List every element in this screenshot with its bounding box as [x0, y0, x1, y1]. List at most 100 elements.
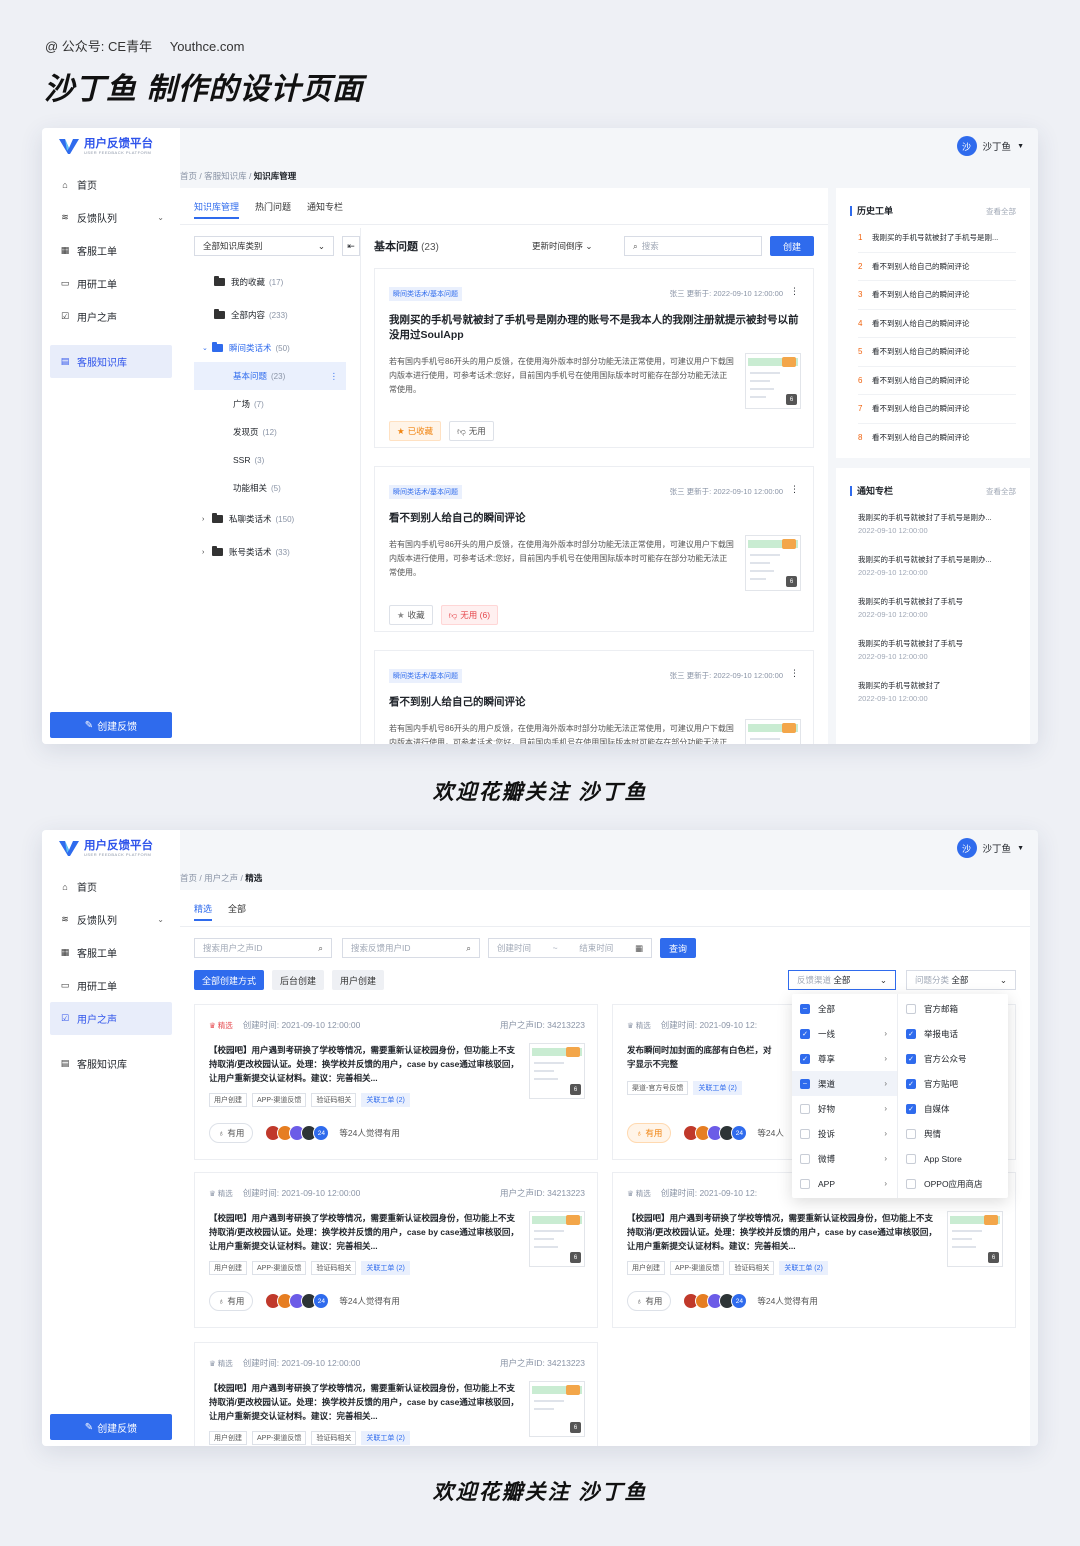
voice-thumbnail[interactable]: 6 — [529, 1211, 585, 1267]
useful-button[interactable]: ♁ 有用 — [627, 1123, 672, 1143]
channel-option-vip[interactable]: ✓ 尊享 › — [792, 1046, 897, 1071]
qa-thumbnail[interactable]: 6 — [745, 535, 801, 591]
tree-item-account[interactable]: › 账号类话术 (33) — [194, 538, 346, 566]
voice-thumbnail[interactable]: 6 — [947, 1211, 1003, 1267]
tree-item-discover[interactable]: 发现页 (12) — [194, 418, 346, 446]
breadcrumb-voice[interactable]: 用户之声 — [204, 873, 238, 883]
sidebar-item-research-ticket[interactable]: ▭ 用研工单 — [50, 267, 172, 300]
voice-card[interactable]: ♛ 精选 创建时间: 2021-09-10 12:00:00 用户之声ID: 342… — [194, 1004, 598, 1160]
user-menu[interactable]: 沙 沙丁鱼 ▼ — [956, 838, 1024, 858]
history-item[interactable]: 8 看不到别人给自己的瞬间评论 — [858, 424, 1016, 453]
search-voice-id-input[interactable]: 搜索用户之声ID ⌕ — [194, 938, 332, 958]
channel-sub-option[interactable]: OPPO应用商店 — [898, 1171, 1008, 1196]
user-menu[interactable]: 沙 沙丁鱼 ▼ — [956, 136, 1024, 156]
history-item[interactable]: 2 看不到别人给自己的瞬间评论 — [858, 253, 1016, 281]
sidebar-item-service-ticket[interactable]: ▦ 客服工单 — [50, 234, 172, 267]
channel-option-weibo[interactable]: 微博 › — [792, 1146, 897, 1171]
channel-filter-select[interactable]: 反馈渠道 全部 ⌄ — [788, 970, 896, 990]
sidebar-item-knowledge-base[interactable]: ▤ 客服知识库 — [50, 345, 172, 378]
useless-button[interactable]: 👎︎ 无用 (6) — [440, 605, 499, 625]
breadcrumb-home[interactable]: 首页 — [180, 171, 197, 181]
history-item[interactable]: 1 我刚买的手机号就被封了手机号是刚... — [858, 224, 1016, 253]
notice-item[interactable]: 我刚买的手机号就被封了手机号是刚办... 2022-09-10 12:00:00 — [858, 512, 1018, 554]
history-item[interactable]: 3 看不到别人给自己的瞬间评论 — [858, 281, 1016, 310]
tree-item-private-chat[interactable]: › 私聊类话术 (150) — [194, 505, 346, 533]
create-button[interactable]: 创建 — [770, 236, 814, 256]
category-select[interactable]: 全部知识库类别 ⌄ — [194, 236, 334, 256]
logo[interactable]: 用户反馈平台 USER FEEDBACK PLATFORM — [58, 136, 153, 156]
sort-select[interactable]: 更新时间倒序 ⌄ — [532, 240, 593, 252]
tree-item-square[interactable]: 广场 (7) — [194, 390, 346, 418]
breadcrumb-kb[interactable]: 客服知识库 — [204, 171, 247, 181]
channel-option-app[interactable]: APP › — [792, 1171, 897, 1196]
tree-item-basic[interactable]: 基本问题 (23) ⋮ — [194, 362, 346, 390]
sidebar-item-knowledge-base[interactable]: ▤ 客服知识库 — [50, 1047, 172, 1080]
create-feedback-button[interactable]: ✎ 创建反馈 — [50, 712, 172, 738]
sidebar-item-user-voice[interactable]: ☑ 用户之声 — [50, 1002, 172, 1035]
tab-kb-manage[interactable]: 知识库管理 — [194, 200, 240, 219]
qa-card[interactable]: 瞬间类话术/基本问题 张三 更新于: 2022-09-10 12:00:00 ⋮… — [374, 466, 814, 632]
history-item[interactable]: 5 看不到别人给自己的瞬间评论 — [858, 338, 1016, 367]
useful-button[interactable]: ♁ 有用 — [209, 1291, 254, 1311]
more-icon[interactable]: ⋮ — [790, 668, 799, 679]
favorite-button[interactable]: ★ 收藏 — [389, 605, 433, 625]
notice-item[interactable]: 我刚买的手机号就被封了 2022-09-10 12:00:00 — [858, 680, 1018, 722]
qa-tag[interactable]: 瞬间类话术/基本问题 — [389, 485, 462, 499]
qa-thumbnail[interactable]: 6 — [745, 719, 801, 744]
tab-all[interactable]: 全部 — [228, 902, 246, 921]
tab-featured[interactable]: 精选 — [194, 902, 213, 921]
qa-thumbnail[interactable]: 6 — [745, 353, 801, 409]
sidebar-item-user-voice[interactable]: ☑ 用户之声 — [50, 300, 172, 333]
qa-title[interactable]: 看不到别人给自己的瞬间评论 — [389, 695, 803, 710]
sidebar-item-feedback-queue[interactable]: ≋ 反馈队列 ⌄ — [50, 903, 172, 936]
qa-card[interactable]: 瞬间类话术/基本问题 张三 更新于: 2022-09-10 12:00:00 ⋮… — [374, 650, 814, 744]
history-item[interactable]: 6 看不到别人给自己的瞬间评论 — [858, 367, 1016, 395]
useful-button[interactable]: ♁ 有用 — [209, 1123, 254, 1143]
logo[interactable]: 用户反馈平台 USER FEEDBACK PLATFORM — [58, 838, 153, 858]
channel-sub-option[interactable]: ✓ 官方公众号 — [898, 1046, 1008, 1071]
notice-item[interactable]: 我刚买的手机号就被封了手机号 2022-09-10 12:00:00 — [858, 596, 1018, 638]
search-user-id-input[interactable]: 搜索反馈用户ID ⌕ — [342, 938, 480, 958]
voice-card[interactable]: ♛ 精选 创建时间: 2021-09-10 12:00:00 用户之声ID: 342… — [194, 1172, 598, 1328]
useless-button[interactable]: 👎︎ 无用 — [449, 421, 494, 441]
linked-ticket-tag[interactable]: 关联工单 (2) — [361, 1261, 410, 1275]
useful-button[interactable]: ♁ 有用 — [627, 1291, 672, 1311]
breadcrumb-home[interactable]: 首页 — [180, 873, 197, 883]
sidebar-item-research-ticket[interactable]: ▭ 用研工单 — [50, 969, 172, 1002]
history-view-all[interactable]: 查看全部 — [986, 206, 1016, 217]
channel-sub-option[interactable]: ✓ 举报电话 — [898, 1021, 1008, 1046]
channel-sub-option[interactable]: App Store — [898, 1146, 1008, 1171]
qa-card[interactable]: 瞬间类话术/基本问题 张三 更新于: 2022-09-10 12:00:00 ⋮… — [374, 268, 814, 448]
qa-tag[interactable]: 瞬间类话术/基本问题 — [389, 669, 462, 683]
channel-sub-option[interactable]: 舆情 — [898, 1121, 1008, 1146]
favorited-button[interactable]: ★ 已收藏 — [389, 421, 442, 441]
sidebar-item-home[interactable]: ⌂ 首页 — [50, 870, 172, 903]
voice-thumbnail[interactable]: 6 — [529, 1381, 585, 1437]
linked-ticket-tag[interactable]: 关联工单 (2) — [779, 1261, 828, 1275]
notice-view-all[interactable]: 查看全部 — [986, 486, 1016, 497]
notice-item[interactable]: 我刚买的手机号就被封了手机号是刚办... 2022-09-10 12:00:00 — [858, 554, 1018, 596]
channel-option-channel[interactable]: – 渠道 › — [792, 1071, 897, 1096]
sidebar-item-home[interactable]: ⌂ 首页 — [50, 168, 172, 201]
qa-title[interactable]: 我刚买的手机号就被封了手机号是刚办理的账号不是我本人的我刚注册就提示被封号以前没… — [389, 313, 803, 343]
tree-item-function[interactable]: 功能相关 (5) — [194, 474, 346, 502]
qa-tag[interactable]: 瞬间类话术/基本问题 — [389, 287, 462, 301]
sidebar-item-service-ticket[interactable]: ▦ 客服工单 — [50, 936, 172, 969]
channel-option-goods[interactable]: 好物 › — [792, 1096, 897, 1121]
voice-thumbnail[interactable]: 6 — [529, 1043, 585, 1099]
history-item[interactable]: 4 看不到别人给自己的瞬间评论 — [858, 310, 1016, 338]
notice-item[interactable]: 我刚买的手机号就被封了手机号 2022-09-10 12:00:00 — [858, 638, 1018, 680]
tab-hot-questions[interactable]: 热门问题 — [255, 200, 291, 219]
linked-ticket-tag[interactable]: 关联工单 (2) — [361, 1093, 410, 1107]
tab-notice-column[interactable]: 通知专栏 — [307, 200, 343, 219]
tree-item-all[interactable]: 全部内容 (233) — [194, 301, 346, 329]
linked-ticket-tag[interactable]: 关联工单 (2) — [693, 1081, 742, 1095]
channel-option-frontline[interactable]: ✓ 一线 › — [792, 1021, 897, 1046]
collapse-tree-button[interactable]: ⇤ — [342, 236, 360, 256]
search-input[interactable]: ⌕ 搜索 — [624, 236, 762, 256]
more-icon[interactable]: ⋮ — [790, 484, 799, 495]
linked-ticket-tag[interactable]: 关联工单 (2) — [361, 1431, 410, 1445]
channel-option-complaint[interactable]: 投诉 › — [792, 1121, 897, 1146]
filter-user-created[interactable]: 用户创建 — [332, 970, 385, 990]
query-button[interactable]: 查询 — [660, 938, 696, 958]
